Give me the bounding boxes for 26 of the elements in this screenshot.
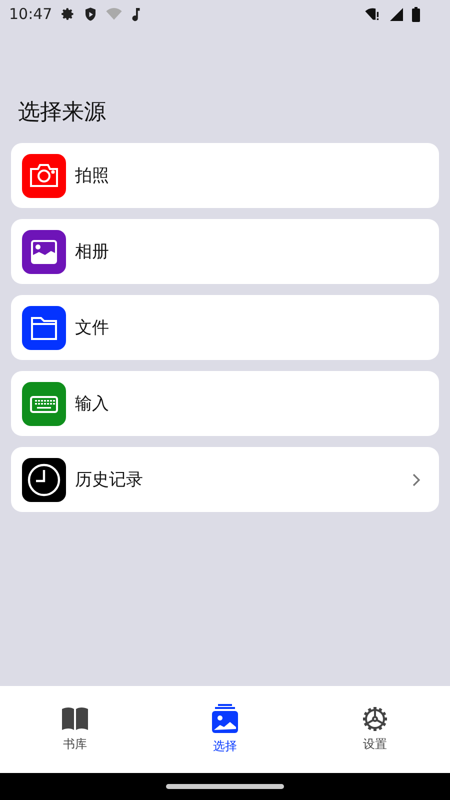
music-note-icon <box>131 6 142 22</box>
tab[interactable]: 选择 <box>150 686 300 773</box>
source-item[interactable]: 拍照 <box>11 143 439 208</box>
status-time: 10:47 <box>9 5 52 23</box>
source-label: 输入 <box>75 393 110 415</box>
source-label: 文件 <box>75 317 110 339</box>
source-item[interactable]: 输入 <box>11 371 439 436</box>
source-label: 相册 <box>75 241 110 263</box>
page-title: 选择来源 <box>18 99 107 127</box>
wifi-icon <box>106 8 122 20</box>
home-indicator[interactable] <box>166 784 284 789</box>
source-item[interactable]: 文件 <box>11 295 439 360</box>
shield-icon <box>84 6 98 22</box>
photos-icon <box>211 704 239 734</box>
battery-icon <box>412 6 420 22</box>
source-item[interactable]: 历史记录 <box>11 447 439 512</box>
source-label: 历史记录 <box>75 469 144 491</box>
source-item[interactable]: 相册 <box>11 219 439 284</box>
book-icon <box>61 706 89 732</box>
source-label: 拍照 <box>75 165 110 187</box>
gear-icon <box>61 7 76 21</box>
tab[interactable]: 设置 <box>300 686 450 773</box>
signal-icon <box>390 8 403 20</box>
tab[interactable]: 书库 <box>0 686 150 773</box>
wifi-icon <box>365 8 381 20</box>
gear-icon <box>362 706 388 732</box>
